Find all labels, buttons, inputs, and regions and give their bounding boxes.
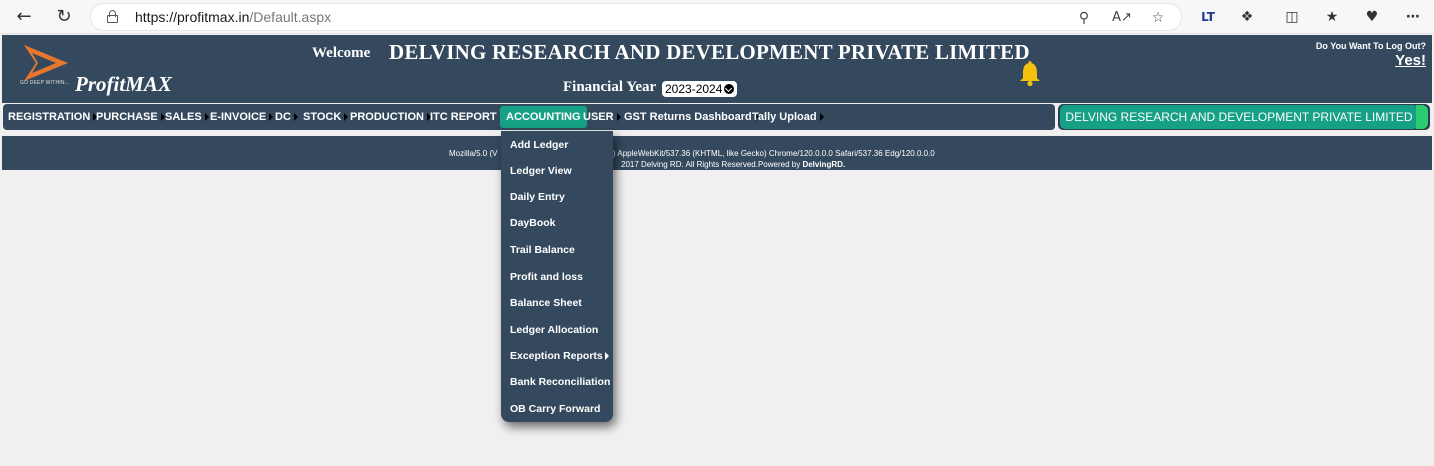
submenu-arrow-icon (605, 352, 609, 360)
financial-year-label: Financial Year (563, 79, 657, 95)
browser-toolbar: ← ↻ https://profitmax.in/Default.aspx ⚲ … (0, 0, 1434, 34)
split-screen-icon[interactable]: ◫ (1280, 6, 1304, 28)
powered-by-link[interactable]: DelvingRD. (802, 160, 845, 169)
dropdown-item-daybook[interactable]: DayBook (510, 215, 556, 231)
back-icon[interactable]: ← (12, 6, 36, 28)
dropdown-item-ledger-allocation[interactable]: Ledger Allocation (510, 322, 598, 338)
welcome-label: Welcome (312, 45, 371, 61)
address-bar[interactable]: https://profitmax.in/Default.aspx ⚲ A↗ ☆ (90, 3, 1182, 31)
bell-icon[interactable] (1018, 61, 1042, 87)
chevron-down-icon (724, 84, 734, 94)
logo-tagline: GO DEEP WITHIN... (20, 80, 70, 86)
dropdown-item-profit-and-loss[interactable]: Profit and loss (510, 269, 583, 285)
accounting-dropdown: Add Ledger Ledger View Daily Entry DayBo… (501, 131, 613, 422)
menu-registration[interactable]: REGISTRATION (8, 104, 98, 130)
read-aloud-icon[interactable]: A↗ (1111, 7, 1133, 29)
dropdown-item-daily-entry[interactable]: Daily Entry (510, 189, 565, 205)
url-text: https://profitmax.in/Default.aspx (135, 9, 332, 25)
main-menu: REGISTRATION PURCHASE SALES E-INVOICE DC… (3, 104, 1055, 130)
lock-icon (107, 10, 118, 23)
refresh-icon[interactable]: ↻ (52, 6, 76, 28)
menu-accounting[interactable]: ACCOUNTING (500, 106, 587, 128)
dropdown-item-add-ledger[interactable]: Add Ledger (510, 137, 568, 153)
menu-production[interactable]: PRODUCTION (350, 104, 431, 130)
dropdown-item-ledger-view[interactable]: Ledger View (510, 163, 572, 179)
company-title: DELVING RESEARCH AND DEVELOPMENT PRIVATE… (389, 40, 1030, 64)
dropdown-item-ob-carry-forward[interactable]: OB Carry Forward (510, 401, 600, 417)
menu-tally-upload[interactable]: Tally Upload (752, 104, 824, 130)
info-band: Mozilla/5.0 (V 4) AppleWebKit/537.36 (KHT… (2, 136, 1432, 170)
browser-essentials-icon[interactable]: ♥ (1360, 6, 1384, 28)
menu-user[interactable]: USER (583, 104, 621, 130)
financial-year-select[interactable]: 2023-2024 (662, 81, 737, 97)
menu-sales[interactable]: SALES (165, 104, 209, 130)
menu-itc-report[interactable]: ITC REPORT (430, 104, 504, 130)
more-icon[interactable]: ⋯ (1401, 6, 1425, 28)
menu-stock[interactable]: STOCK (303, 104, 349, 130)
dropdown-item-exception-reports[interactable]: Exception Reports (510, 348, 603, 364)
brand-name: ProfitMAX (75, 72, 172, 96)
menu-e-invoice[interactable]: E-INVOICE (210, 104, 274, 130)
favorites-icon[interactable]: ★ (1320, 6, 1344, 28)
dropdown-item-trail-balance[interactable]: Trail Balance (510, 242, 575, 258)
app-header: GO DEEP WITHIN... ProfitMAX Welcome DELV… (2, 35, 1432, 103)
company-pill-label: DELVING RESEARCH AND DEVELOPMENT PRIVATE… (1060, 105, 1418, 129)
menu-dc[interactable]: DC (275, 104, 298, 130)
logout-question: Do You Want To Log Out? (1315, 41, 1426, 51)
menu-gst-returns-dashboard[interactable]: GST Returns Dashboard (624, 104, 759, 130)
dropdown-item-bank-reconciliation[interactable]: Bank Reconciliation (510, 374, 610, 390)
favorite-star-icon[interactable]: ☆ (1147, 7, 1169, 29)
company-pill: DELVING RESEARCH AND DEVELOPMENT PRIVATE… (1058, 104, 1430, 130)
zoom-icon[interactable]: ⚲ (1073, 7, 1095, 29)
puzzle-icon[interactable]: ❖ (1235, 6, 1259, 28)
dropdown-item-balance-sheet[interactable]: Balance Sheet (510, 295, 582, 311)
logout-link[interactable]: Yes! (1395, 52, 1426, 69)
extension-icon[interactable]: LT (1196, 6, 1220, 28)
menu-purchase[interactable]: PURCHASE (96, 104, 165, 130)
